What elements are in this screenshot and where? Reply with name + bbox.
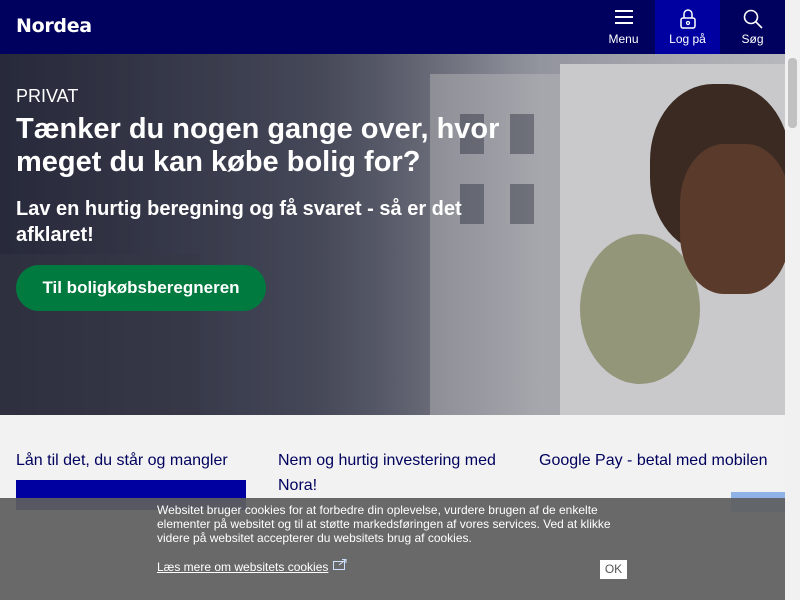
card-title-google-pay[interactable]: Google Pay - betal med mobilen bbox=[539, 448, 769, 473]
page-scrollbar[interactable] bbox=[785, 0, 800, 600]
hero-banner: PRIVAT Tænker du nogen gange over, hvor … bbox=[0, 54, 785, 415]
search-icon bbox=[743, 9, 763, 29]
search-label: Søg bbox=[741, 32, 764, 46]
hamburger-icon bbox=[614, 10, 633, 24]
card-title-loan[interactable]: Lån til det, du står og mangler bbox=[16, 448, 256, 473]
scrollbar-thumb[interactable] bbox=[788, 58, 797, 128]
housing-calculator-button[interactable]: Til boligkøbsberegneren bbox=[16, 265, 266, 311]
cookie-message: Websitet bruger cookies for at forbedre … bbox=[157, 503, 611, 545]
login-label: Log på bbox=[669, 32, 706, 46]
menu-label: Menu bbox=[608, 32, 639, 46]
hero-eyebrow: PRIVAT bbox=[16, 86, 79, 106]
card-title-nora-investing[interactable]: Nem og hurtig investering med Nora! bbox=[278, 448, 518, 498]
hero-tree bbox=[580, 234, 700, 384]
cookie-ok-button[interactable]: OK bbox=[600, 560, 627, 579]
login-button[interactable]: Log på bbox=[655, 0, 720, 54]
hero-person-face bbox=[680, 144, 785, 294]
external-link-icon bbox=[333, 559, 347, 570]
site-header: Nordea Menu Log på Søg bbox=[0, 0, 785, 54]
hero-title: Tænker du nogen gange over, hvor meget d… bbox=[16, 113, 500, 178]
cookie-banner: Websitet bruger cookies for at forbedre … bbox=[0, 498, 785, 600]
lock-icon bbox=[679, 9, 696, 29]
search-button[interactable]: Søg bbox=[720, 0, 785, 54]
menu-button[interactable]: Menu bbox=[592, 0, 655, 54]
nordea-logo[interactable]: Nordea bbox=[16, 15, 92, 37]
hero-subtitle: Lav en hurtig beregning og få svaret - s… bbox=[16, 198, 462, 246]
cookie-info-link[interactable]: Læs mere om websitets cookies bbox=[157, 560, 328, 574]
